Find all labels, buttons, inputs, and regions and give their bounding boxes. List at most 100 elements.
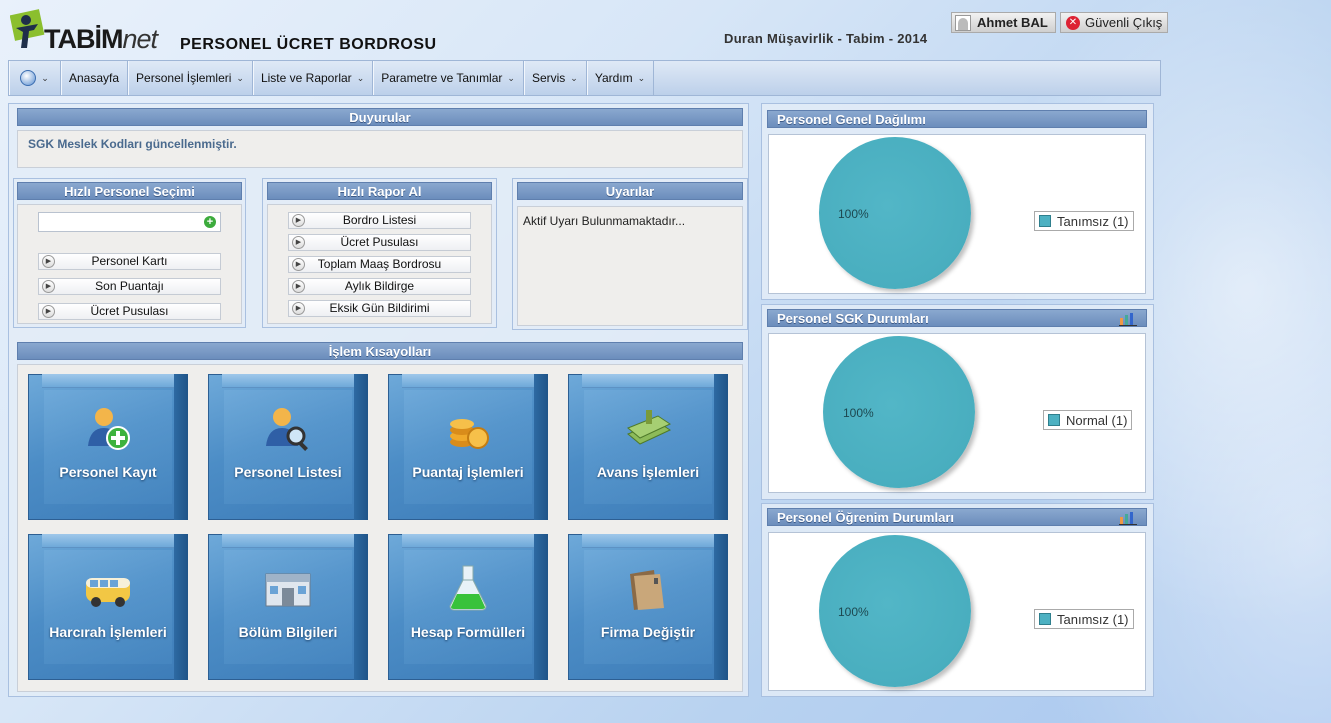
button-label: Eksik Gün Bildirimi [329, 301, 430, 315]
chart-sgk-header: Personel SGK Durumları [767, 309, 1147, 327]
folder-icon [630, 570, 664, 610]
company-label: Duran Müşavirlik - Tabim - 2014 [724, 31, 928, 46]
pie-slice-label: 100% [838, 207, 869, 221]
menu-item-servis[interactable]: Servis ⌄ [523, 61, 587, 95]
menu-label: Parametre ve Tanımlar [381, 71, 503, 85]
menu-item-yardim[interactable]: Yardım ⌄ [586, 61, 655, 95]
tile-department-info[interactable]: Bölüm Bilgileri [208, 534, 368, 680]
report-total-salary-button[interactable]: ▶ Toplam Maaş Bordrosu [288, 256, 471, 273]
chevron-down-icon: ⌄ [356, 72, 365, 83]
quick-report-header: Hızlı Rapor Al [267, 182, 492, 200]
tile-advance[interactable]: Avans İşlemleri [568, 374, 728, 520]
menu-label: Anasayfa [69, 71, 120, 85]
button-label: Ücret Pusulası [340, 235, 419, 249]
chevron-down-icon: ⌄ [236, 72, 244, 83]
tile-label: Harcırah İşlemleri [49, 624, 167, 640]
menu-item-parametre[interactable]: Parametre ve Tanımlar ⌄ [373, 61, 524, 95]
chart-education-header: Personel Öğrenim Durumları [767, 508, 1147, 526]
menu-item-anasayfa[interactable]: Anasayfa [61, 61, 129, 95]
personnel-card-button[interactable]: ▶ Personel Kartı [38, 253, 221, 270]
quick-personnel-header: Hızlı Personel Seçimi [17, 182, 242, 200]
tile-calc-formulas[interactable]: Hesap Formülleri [388, 534, 548, 680]
tile-timesheet[interactable]: Puantaj İşlemleri [388, 374, 548, 520]
legend-swatch [1048, 414, 1060, 426]
user-button[interactable]: Ahmet BAL [951, 12, 1056, 33]
menu-label: Servis [531, 71, 566, 85]
chart-legend: Tanımsız (1) [1034, 609, 1134, 629]
report-pay-slip-button[interactable]: ▶ Ücret Pusulası [288, 234, 471, 251]
tile-label: Bölüm Bilgileri [238, 624, 338, 640]
arrow-right-icon: ▶ [42, 305, 55, 318]
user-icon [955, 14, 971, 31]
tile-label: Firma Değiştir [600, 624, 696, 640]
chevron-down-icon: ⌄ [41, 72, 49, 83]
report-missing-days-button[interactable]: ▶ Eksik Gün Bildirimi [288, 300, 471, 317]
add-icon[interactable]: + [204, 216, 216, 228]
legend-swatch [1039, 215, 1051, 227]
user-name: Ahmet BAL [977, 15, 1048, 30]
arrow-right-icon: ▶ [42, 255, 55, 268]
announcements-header: Duyurular [17, 108, 743, 126]
menu-label: Personel İşlemleri [136, 71, 232, 85]
arrow-right-icon: ▶ [292, 280, 305, 293]
button-label: Son Puantajı [95, 279, 164, 293]
pie-slice-label: 100% [843, 406, 874, 420]
app-title: PERSONEL ÜCRET BORDROSU [180, 36, 437, 53]
report-payroll-list-button[interactable]: ▶ Bordro Listesi [288, 212, 471, 229]
logo-main-text: TABİM [44, 24, 123, 54]
report-monthly-declaration-button[interactable]: ▶ Aylık Bildirge [288, 278, 471, 295]
coins-icon [450, 419, 489, 449]
flask-icon [449, 565, 487, 611]
arrow-right-icon: ▶ [292, 214, 305, 227]
van-icon [86, 578, 130, 607]
button-label: Aylık Bildirge [344, 279, 415, 293]
main-menu: ⌄ Anasayfa Personel İşlemleri ⌄ Liste ve … [8, 60, 1161, 96]
tile-personnel-register[interactable]: Personel Kayıt [28, 374, 188, 520]
tile-label: Puantaj İşlemleri [412, 464, 524, 480]
button-label: Ücret Pusulası [90, 304, 169, 318]
globe-icon [20, 70, 37, 86]
personnel-search-input[interactable]: + [38, 212, 221, 232]
chart-type-icon[interactable] [1119, 312, 1137, 326]
last-timesheet-button[interactable]: ▶ Son Puantajı [38, 278, 221, 295]
legend-swatch [1039, 613, 1051, 625]
tabim-logo[interactable]: TABİMnet [10, 8, 170, 56]
chart-type-icon[interactable] [1119, 511, 1137, 525]
button-label: Bordro Listesi [342, 213, 417, 227]
menu-home-dropdown[interactable]: ⌄ [9, 61, 61, 95]
warnings-text: Aktif Uyarı Bulunmamaktadır... [523, 214, 686, 228]
chevron-down-icon: ⌄ [507, 72, 515, 83]
tile-label: Hesap Formülleri [410, 624, 526, 640]
tile-change-company[interactable]: Firma Değiştir [568, 534, 728, 680]
legend-label: Normal (1) [1066, 412, 1128, 428]
pie-slice-label: 100% [838, 605, 869, 619]
tile-label: Personel Kayıt [59, 464, 157, 480]
chevron-down-icon: ⌄ [570, 72, 578, 83]
money-icon [627, 410, 672, 445]
menu-item-personel[interactable]: Personel İşlemleri ⌄ [128, 61, 253, 95]
close-circle-icon: ✕ [1066, 15, 1080, 30]
button-label: Personel Kartı [91, 254, 168, 268]
menu-label: Yardım [594, 71, 633, 85]
tile-label: Avans İşlemleri [596, 464, 700, 480]
legend-label: Tanımsız (1) [1057, 611, 1129, 627]
chart-general-header: Personel Genel Dağılımı [767, 110, 1147, 128]
chart-legend: Tanımsız (1) [1034, 211, 1134, 231]
tile-travel-allowance[interactable]: Harcırah İşlemleri [28, 534, 188, 680]
menu-item-raporlar[interactable]: Liste ve Raporlar ⌄ [252, 61, 374, 95]
warnings-header: Uyarılar [517, 182, 743, 200]
arrow-right-icon: ▶ [42, 280, 55, 293]
logo-suffix-text: net [122, 24, 158, 54]
tile-personnel-list[interactable]: Personel Listesi [208, 374, 368, 520]
pay-slip-button[interactable]: ▶ Ücret Pusulası [38, 303, 221, 320]
chart-legend: Normal (1) [1043, 410, 1133, 430]
logout-button[interactable]: ✕ Güvenli Çıkış [1060, 12, 1168, 33]
announcement-text[interactable]: SGK Meslek Kodları güncellenmiştir. [28, 137, 237, 151]
building-icon [265, 573, 311, 607]
person-search-icon [266, 408, 308, 451]
button-label: Toplam Maaş Bordrosu [317, 257, 442, 271]
person-add-icon [88, 408, 130, 450]
menu-label: Liste ve Raporlar [260, 71, 352, 85]
arrow-right-icon: ▶ [292, 236, 305, 249]
logout-label: Güvenli Çıkış [1085, 15, 1163, 30]
